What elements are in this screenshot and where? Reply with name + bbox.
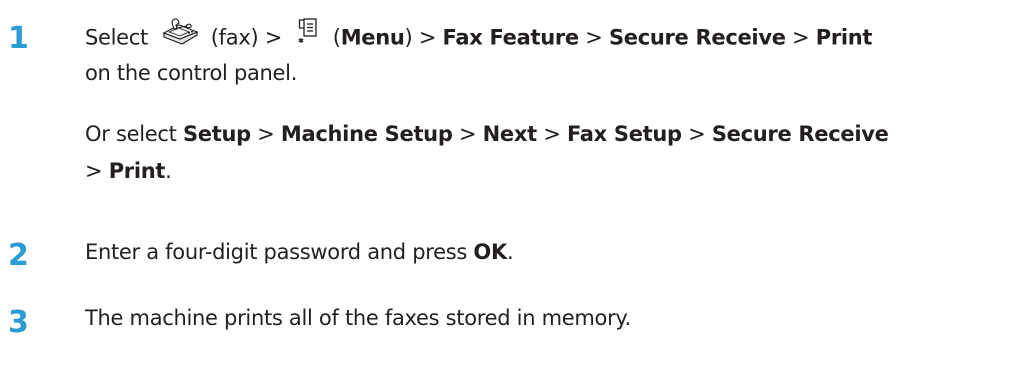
step-3-text: The machine prints all of the faxes stor… — [85, 306, 631, 330]
step-1-alt-line-2: > Print. — [85, 155, 172, 187]
separator: > — [458, 122, 477, 146]
separator: > — [792, 25, 810, 50]
secure-receive-label: Secure Receive — [711, 122, 889, 146]
step-1-alt-line-1: Or select Setup > Machine Setup > Next >… — [85, 118, 889, 150]
period: . — [506, 240, 514, 264]
menu-close-paren: ) > — [404, 25, 437, 50]
separator: > — [85, 159, 103, 183]
separator: > — [257, 122, 275, 146]
step-1-line-2: on the control panel. — [85, 61, 298, 85]
step-2-text: Enter a four-digit password and press OK… — [85, 236, 514, 268]
setup-label: Setup — [182, 122, 251, 146]
secure-receive-label: Secure Receive — [608, 25, 786, 50]
select-text: Select — [85, 25, 148, 50]
separator: > — [543, 122, 561, 146]
fax-setup-label: Fax Setup — [566, 122, 682, 146]
next-label: Next — [482, 122, 538, 146]
fax-icon — [160, 17, 200, 54]
print-label: Print — [108, 159, 166, 183]
period: . — [165, 159, 172, 183]
step-2-instruction: Enter a four-digit password and press — [85, 240, 468, 264]
step-1-line-1: Select (fax) > (Menu) > Fax Feature > Se… — [85, 17, 873, 57]
separator: > — [585, 25, 603, 50]
fax-feature-label: Fax Feature — [442, 25, 580, 50]
step-number-2: 2 — [8, 238, 29, 273]
step-number-1: 1 — [8, 21, 29, 56]
menu-label: Menu — [340, 25, 405, 50]
menu-icon — [298, 18, 318, 53]
ok-label: OK — [473, 240, 507, 264]
machine-setup-label: Machine Setup — [280, 122, 453, 146]
print-label: Print — [815, 25, 873, 50]
menu-open-paren: ( — [332, 25, 341, 50]
fax-label: (fax) > — [210, 25, 283, 50]
or-select-text: Or select — [85, 122, 177, 146]
separator: > — [688, 122, 706, 146]
step-number-3: 3 — [8, 305, 29, 340]
